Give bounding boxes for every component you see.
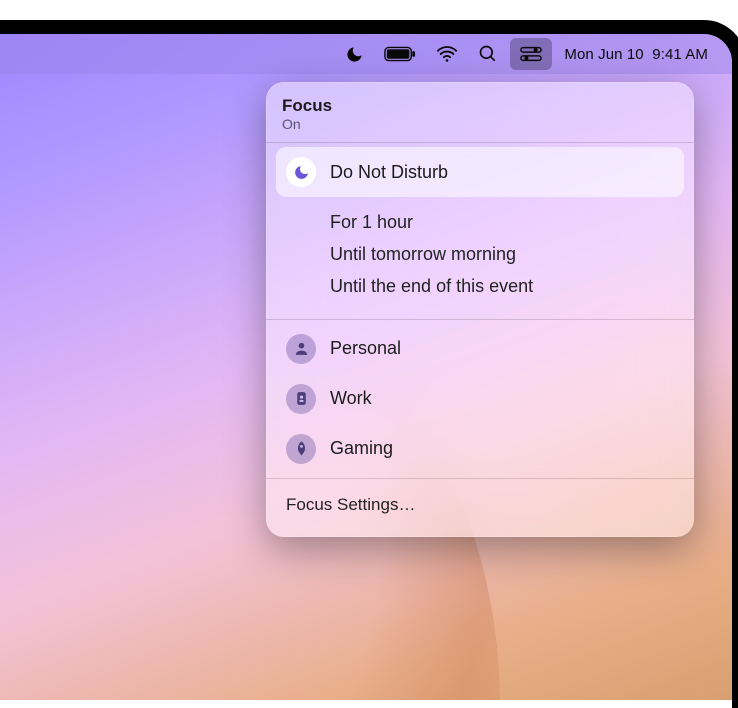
battery-icon[interactable] xyxy=(374,34,426,74)
focus-mode-work[interactable]: Work xyxy=(282,374,678,424)
focus-mode-label: Personal xyxy=(330,338,401,359)
dnd-duration-options: For 1 hour Until tomorrow morning Until … xyxy=(282,199,678,315)
focus-panel-title: Focus xyxy=(282,96,678,116)
focus-mode-label: Gaming xyxy=(330,438,393,459)
menubar-clock[interactable]: Mon Jun 10 9:41 AM xyxy=(554,34,718,74)
menubar: Mon Jun 10 9:41 AM xyxy=(0,34,732,74)
person-icon xyxy=(286,334,316,364)
dnd-duration-option[interactable]: Until the end of this event xyxy=(330,273,674,301)
focus-mode-gaming[interactable]: Gaming xyxy=(282,424,678,474)
focus-settings-link[interactable]: Focus Settings… xyxy=(282,483,678,529)
divider xyxy=(266,478,694,479)
spotlight-search-icon[interactable] xyxy=(468,34,508,74)
dnd-duration-option[interactable]: For 1 hour xyxy=(330,209,674,237)
control-center-icon[interactable] xyxy=(510,38,552,70)
wifi-icon[interactable] xyxy=(426,34,468,74)
dnd-duration-option[interactable]: Until tomorrow morning xyxy=(330,241,674,269)
badge-icon xyxy=(286,384,316,414)
focus-mode-label: Work xyxy=(330,388,372,409)
focus-mode-label: Do Not Disturb xyxy=(330,162,448,183)
focus-panel: Focus On Do Not Disturb For 1 hour Until… xyxy=(266,82,694,537)
focus-panel-status: On xyxy=(282,116,678,132)
divider xyxy=(266,142,694,143)
focus-mode-personal[interactable]: Personal xyxy=(282,324,678,374)
divider xyxy=(266,319,694,320)
moon-icon xyxy=(286,157,316,187)
rocket-icon xyxy=(286,434,316,464)
focus-menubar-icon[interactable] xyxy=(335,34,374,74)
focus-mode-dnd[interactable]: Do Not Disturb xyxy=(276,147,684,197)
